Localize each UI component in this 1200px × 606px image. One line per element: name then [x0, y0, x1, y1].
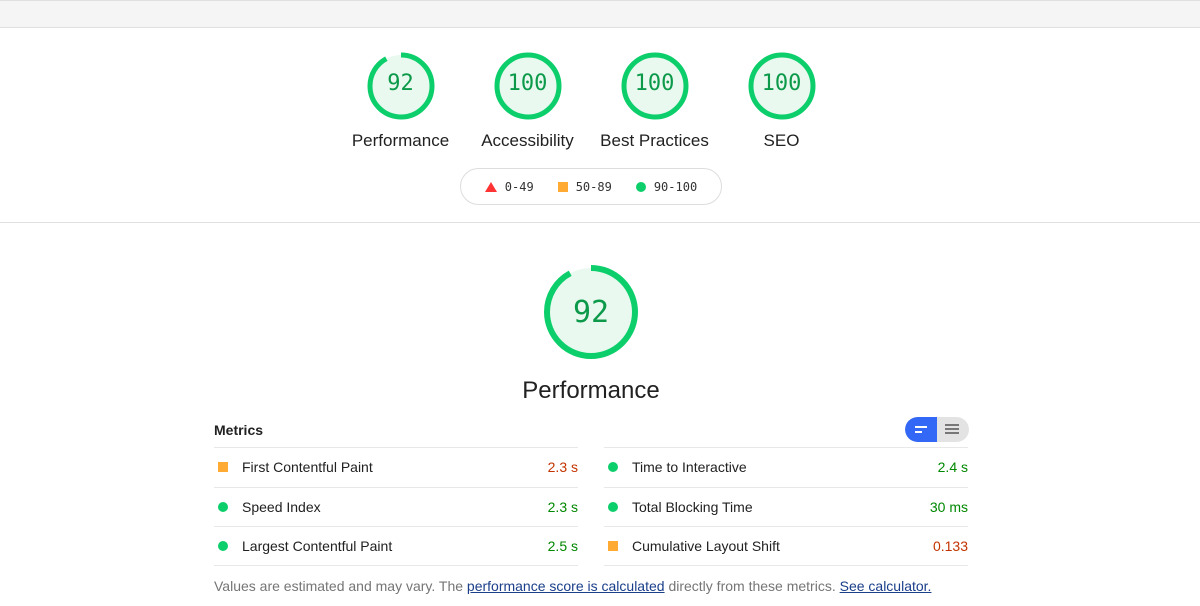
metrics-left-column: First Contentful Paint 2.3 s Speed Index 2.…: [214, 447, 578, 566]
top-bar: [0, 0, 1200, 28]
gauge-seo[interactable]: 100 SEO: [718, 51, 845, 151]
main-score: 92: [572, 295, 610, 330]
triangle-icon: [484, 181, 497, 192]
legend-pass: 90-100: [635, 180, 697, 194]
gauge-accessibility[interactable]: 100 Accessibility: [464, 51, 591, 151]
circle-icon: [608, 462, 618, 473]
metric-name: Largest Contentful Paint: [242, 537, 393, 554]
legend-fail: 0-49: [484, 180, 534, 194]
square-icon: [218, 462, 228, 473]
main-title: Performance: [522, 377, 660, 404]
gauge-label: SEO: [763, 131, 800, 150]
circle-icon: [218, 540, 228, 551]
score-calculated-link[interactable]: performance score is calculated: [467, 578, 665, 594]
metric-row: Time to Interactive 2.4 s: [604, 447, 968, 487]
metrics-footnote: Values are estimated and may vary. The p…: [214, 578, 932, 594]
metric-value: 2.3 s: [547, 498, 578, 515]
performance-main-gauge: 92 Performance: [491, 262, 691, 405]
circle-icon: [608, 501, 618, 512]
gauge-score: 100: [634, 71, 675, 96]
circle-icon: [635, 181, 646, 192]
metric-name: Total Blocking Time: [632, 498, 753, 515]
metric-row: Cumulative Layout Shift 0.133: [604, 526, 968, 566]
metric-row: Speed Index 2.3 s: [214, 486, 578, 527]
compact-view-button[interactable]: [905, 417, 937, 442]
circle-icon: [218, 501, 228, 512]
metric-name: First Contentful Paint: [242, 459, 373, 476]
gauge-label: Best Practices: [600, 131, 709, 150]
square-icon: [557, 181, 568, 192]
metrics-heading: Metrics: [214, 422, 264, 438]
metric-name: Speed Index: [242, 498, 321, 515]
metric-name: Time to Interactive: [632, 459, 747, 476]
metrics-view-toggle[interactable]: [905, 417, 969, 442]
metric-name: Cumulative Layout Shift: [632, 537, 780, 554]
gauge-score: 100: [507, 71, 548, 96]
metric-value: 30 ms: [929, 498, 968, 515]
legend-average: 50-89: [557, 180, 612, 194]
metric-row: Total Blocking Time 30 ms: [604, 486, 968, 527]
metric-value: 2.4 s: [937, 459, 968, 476]
metrics-right-column: Time to Interactive 2.4 s Total Blocking T…: [604, 447, 968, 566]
metric-value: 2.3 s: [547, 459, 578, 476]
see-calculator-link[interactable]: See calculator.: [840, 578, 932, 594]
metric-value: 2.5 s: [547, 537, 578, 554]
metric-row: First Contentful Paint 2.3 s: [214, 447, 578, 487]
gauge-best-practices[interactable]: 100 Best Practices: [591, 51, 718, 151]
section-divider: [0, 222, 1200, 223]
metric-row: Largest Contentful Paint 2.5 s: [214, 526, 578, 566]
square-icon: [608, 540, 618, 551]
gauge-performance[interactable]: 92 Performance: [337, 51, 464, 151]
gauge-label: Performance: [351, 131, 450, 150]
gauge-score: 100: [761, 71, 802, 96]
gauge-label: Accessibility: [481, 131, 574, 150]
score-legend: 0-49 50-89 90-100: [460, 168, 722, 205]
gauge-score: 92: [387, 71, 414, 96]
metric-value: 0.133: [932, 537, 968, 554]
